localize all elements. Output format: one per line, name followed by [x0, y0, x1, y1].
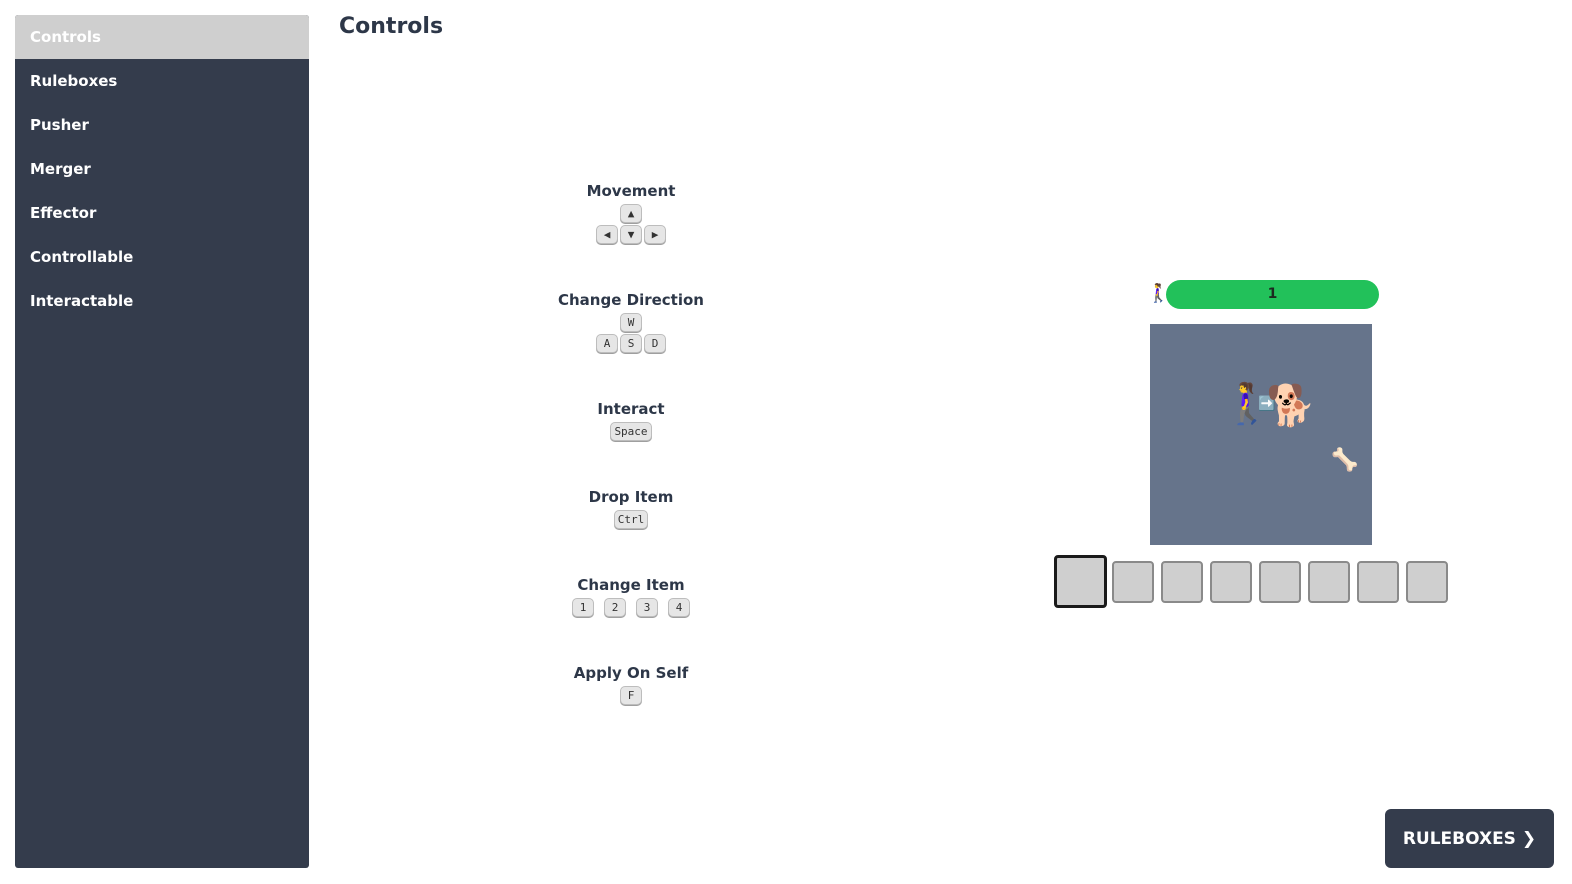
inventory-slot[interactable]: [1357, 560, 1399, 603]
inventory-slot[interactable]: [1259, 560, 1301, 603]
control-movement: Movement ▲ ◀ ▼ ▶: [531, 180, 731, 244]
key-down: ▼: [620, 225, 642, 244]
key-a: A: [596, 334, 618, 353]
control-label: Apply On Self: [573, 664, 689, 682]
chevron-right-icon: ❯: [1521, 828, 1537, 849]
health-bar: 1: [1166, 280, 1379, 309]
key-ctrl: Ctrl: [613, 510, 649, 529]
sidebar-item-controllable[interactable]: Controllable: [15, 235, 309, 279]
control-label: Change Item: [577, 576, 685, 594]
controls-list: Movement ▲ ◀ ▼ ▶ Change Direction W ASD In…: [531, 180, 731, 705]
key-f: F: [620, 686, 642, 705]
key-1: 1: [572, 598, 594, 617]
control-label: Movement: [586, 182, 676, 200]
next-button-label: RULEBOXES: [1402, 828, 1516, 849]
inventory-bar: [1054, 555, 1448, 608]
key-space: Space: [610, 422, 652, 441]
control-label: Change Direction: [558, 291, 704, 309]
sidebar-item-controls[interactable]: Controls: [15, 15, 309, 59]
key-2: 2: [604, 598, 626, 617]
inventory-slot[interactable]: [1161, 560, 1203, 603]
key-d: D: [644, 334, 666, 353]
next-ruleboxes-button[interactable]: RULEBOXES ❯: [1385, 809, 1554, 868]
key-3: 3: [636, 598, 658, 617]
game-board[interactable]: 🚶‍♀️ ➡️ 🐕 🦴: [1150, 324, 1372, 545]
bone-icon[interactable]: 🦴: [1331, 450, 1358, 472]
sidebar-item-merger[interactable]: Merger: [15, 147, 309, 191]
control-change-item: Change Item 1234: [531, 574, 731, 617]
sidebar-item-ruleboxes[interactable]: Ruleboxes: [15, 59, 309, 103]
control-drop-item: Drop Item Ctrl: [531, 486, 731, 529]
inventory-slot[interactable]: [1210, 560, 1252, 603]
control-label: Interact: [597, 400, 665, 418]
sidebar-item-pusher[interactable]: Pusher: [15, 103, 309, 147]
page-title: Controls: [339, 14, 444, 39]
inventory-slot[interactable]: [1054, 555, 1107, 608]
control-interact: Interact Space: [531, 398, 731, 441]
key-4: 4: [668, 598, 690, 617]
sidebar-item-interactable[interactable]: Interactable: [15, 279, 309, 323]
inventory-slot[interactable]: [1308, 560, 1350, 603]
key-up: ▲: [620, 204, 642, 223]
key-left: ◀: [596, 225, 618, 244]
key-right: ▶: [644, 225, 666, 244]
dog-icon: 🐕: [1266, 383, 1316, 429]
control-change-direction: Change Direction W ASD: [531, 289, 731, 353]
control-apply-on-self: Apply On Self F: [531, 662, 731, 705]
key-s: S: [620, 334, 642, 353]
sidebar-item-effector[interactable]: Effector: [15, 191, 309, 235]
inventory-slot[interactable]: [1112, 560, 1154, 603]
sidebar: Controls Ruleboxes Pusher Merger Effecto…: [15, 15, 309, 868]
inventory-slot[interactable]: [1406, 560, 1448, 603]
control-label: Drop Item: [588, 488, 674, 506]
key-w: W: [620, 313, 642, 332]
